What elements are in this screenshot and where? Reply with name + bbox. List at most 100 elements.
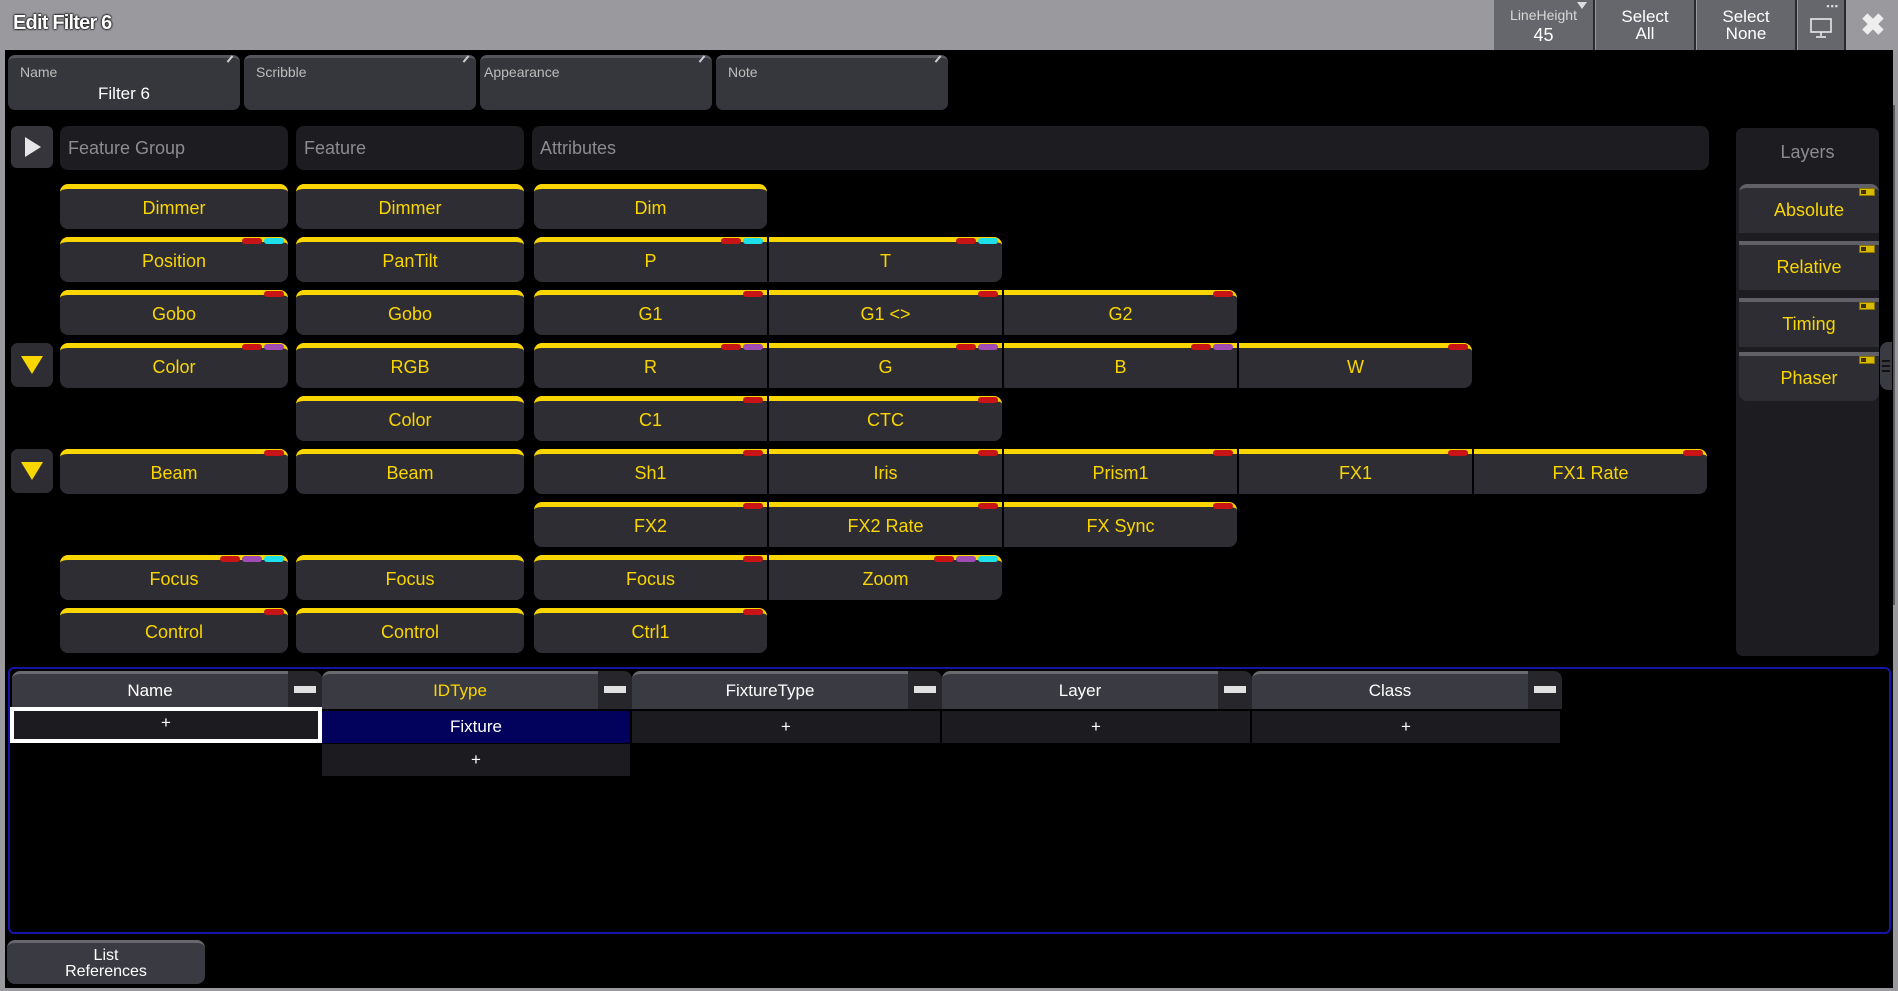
feature-cell[interactable]: Color	[296, 396, 524, 441]
more-dots-icon: ▪▪▪	[1826, 1, 1839, 11]
column-collapse-icon[interactable]	[1528, 671, 1562, 709]
layer-marks	[721, 238, 763, 244]
layer-absolute-button[interactable]: Absolute	[1739, 184, 1879, 233]
appearance-field[interactable]: Appearance	[480, 55, 712, 110]
attribute-cell-label: G1 <>	[860, 304, 911, 324]
feature-group-cell[interactable]: Dimmer	[60, 184, 288, 229]
grid-cell[interactable]: Fixture	[322, 711, 632, 743]
column-collapse-icon[interactable]	[288, 671, 322, 709]
attribute-cell[interactable]: P	[534, 237, 767, 282]
red-layer-mark-icon	[743, 609, 763, 615]
attribute-cell[interactable]: FX1 Rate	[1474, 449, 1707, 494]
layer-marks	[978, 291, 998, 297]
scribble-field[interactable]: Scribble	[244, 55, 476, 110]
feature-cell[interactable]: Beam	[296, 449, 524, 494]
expand-all-play-button[interactable]	[11, 126, 53, 168]
attribute-cell[interactable]: W	[1239, 343, 1472, 388]
attribute-cell[interactable]: Dim	[534, 184, 767, 229]
feature-cell[interactable]: Dimmer	[296, 184, 524, 229]
select-all-button[interactable]: Select All	[1596, 0, 1696, 50]
attributes-header: Attributes	[532, 126, 1709, 170]
layer-marks	[743, 450, 763, 456]
attribute-cell[interactable]: CTC	[769, 396, 1002, 441]
column-collapse-icon[interactable]	[1218, 671, 1252, 709]
attribute-cell[interactable]: G2	[1004, 290, 1237, 335]
attribute-cell[interactable]: Prism1	[1004, 449, 1237, 494]
column-header-layer[interactable]: Layer	[942, 671, 1218, 709]
red-layer-mark-icon	[721, 238, 741, 244]
layer-relative-button[interactable]: Relative	[1739, 241, 1879, 290]
attribute-cell[interactable]: G	[769, 343, 1002, 388]
layer-timing-button[interactable]: Timing	[1739, 298, 1879, 347]
red-layer-mark-icon	[1213, 291, 1233, 297]
feature-cell[interactable]: Control	[296, 608, 524, 653]
attribute-cell[interactable]: Focus	[534, 555, 767, 600]
feature-cell[interactable]: Focus	[296, 555, 524, 600]
feature-group-cell[interactable]: Beam	[60, 449, 288, 494]
cyan-layer-mark-icon	[978, 238, 998, 244]
feature-cell[interactable]: RGB	[296, 343, 524, 388]
add-cell[interactable]: +	[942, 711, 1252, 743]
column-collapse-icon[interactable]	[908, 671, 942, 709]
feature-cell[interactable]: PanTilt	[296, 237, 524, 282]
collapse-triangle-button[interactable]	[11, 343, 53, 387]
red-layer-mark-icon	[743, 291, 763, 297]
feature-header: Feature	[296, 126, 524, 170]
attribute-cell-label: B	[1114, 357, 1127, 377]
layer-marks	[743, 556, 763, 562]
close-icon[interactable]: ✖	[1848, 0, 1898, 50]
attribute-cell[interactable]: G1	[534, 290, 767, 335]
attribute-cell[interactable]: R	[534, 343, 767, 388]
feature-cell[interactable]: Gobo	[296, 290, 524, 335]
attribute-cell[interactable]: FX2 Rate	[769, 502, 1002, 547]
attribute-cell[interactable]: Ctrl1	[534, 608, 767, 653]
feature-group-cell[interactable]: Position	[60, 237, 288, 282]
attribute-cell[interactable]: FX2	[534, 502, 767, 547]
attribute-cell[interactable]: Sh1	[534, 449, 767, 494]
column-header-idtype[interactable]: IDType	[322, 671, 598, 709]
layer-toggle-icon[interactable]	[1859, 356, 1875, 364]
feature-group-cell[interactable]: Focus	[60, 555, 288, 600]
lineheight-button[interactable]: LineHeight 45	[1494, 0, 1595, 50]
window-title: Edit Filter 6	[13, 12, 112, 34]
add-cell[interactable]: +	[322, 744, 632, 776]
resize-grip-icon[interactable]	[1880, 342, 1892, 390]
add-cell[interactable]: +	[10, 707, 322, 743]
feature-group-cell[interactable]: Gobo	[60, 290, 288, 335]
layer-marks	[1448, 344, 1468, 350]
column-header-class[interactable]: Class	[1252, 671, 1528, 709]
layer-marks	[934, 556, 998, 562]
layer-marks	[956, 344, 998, 350]
feature-group-cell[interactable]: Control	[60, 608, 288, 653]
screen-button[interactable]: ▪▪▪	[1798, 0, 1846, 50]
attribute-cell[interactable]: T	[769, 237, 1002, 282]
layer-toggle-icon[interactable]	[1859, 302, 1875, 310]
column-header-fixturetype[interactable]: FixtureType	[632, 671, 908, 709]
attribute-cell-label: T	[880, 251, 891, 271]
layer-toggle-icon[interactable]	[1859, 188, 1875, 196]
attribute-cell[interactable]: FX Sync	[1004, 502, 1237, 547]
layer-toggle-icon[interactable]	[1859, 245, 1875, 253]
attribute-cell[interactable]: FX1	[1239, 449, 1472, 494]
attribute-cell[interactable]: Iris	[769, 449, 1002, 494]
note-field[interactable]: Note	[716, 55, 948, 110]
column-header-name[interactable]: Name	[12, 671, 288, 709]
feature-cell-label: Focus	[385, 569, 435, 589]
attribute-cell[interactable]: C1	[534, 396, 767, 441]
select-none-button[interactable]: Select None	[1697, 0, 1797, 50]
attribute-cell[interactable]: Zoom	[769, 555, 1002, 600]
feature-group-cell[interactable]: Color	[60, 343, 288, 388]
feature-cell-label: PanTilt	[382, 251, 438, 271]
red-layer-mark-icon	[264, 450, 284, 456]
add-cell[interactable]: +	[632, 711, 942, 743]
red-layer-mark-icon	[1683, 450, 1703, 456]
attribute-cell[interactable]: G1 <>	[769, 290, 1002, 335]
edit-corner-icon	[462, 55, 470, 63]
column-collapse-icon[interactable]	[598, 671, 632, 709]
add-cell[interactable]: +	[1252, 711, 1562, 743]
layer-phaser-button[interactable]: Phaser	[1739, 352, 1879, 401]
name-field[interactable]: Name Filter 6	[8, 55, 240, 110]
attribute-cell[interactable]: B	[1004, 343, 1237, 388]
list-references-button[interactable]: List References	[7, 940, 205, 984]
collapse-triangle-button[interactable]	[11, 449, 53, 493]
